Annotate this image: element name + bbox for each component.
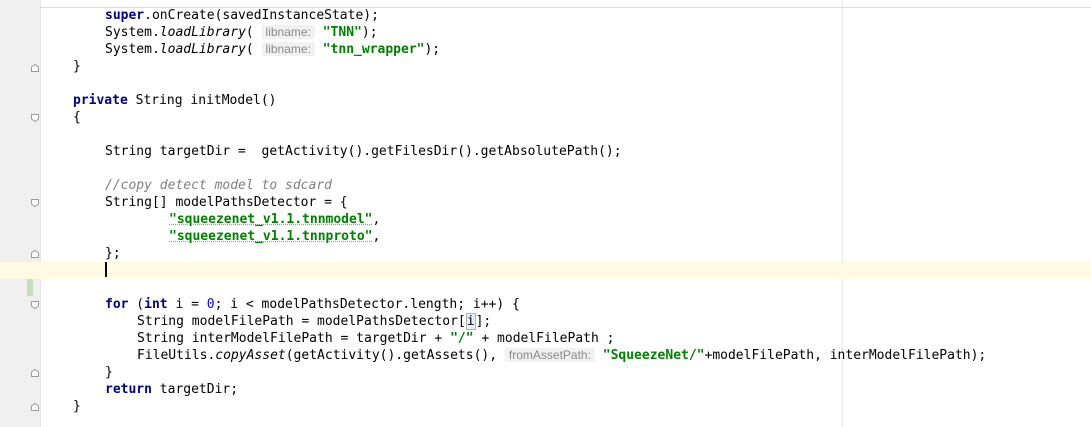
code-text: String initModel() (127, 93, 277, 108)
keyword-token: super (105, 8, 145, 23)
code-line[interactable]: return targetDir; (0, 381, 1091, 398)
code-text: String modelFilePath = modelPathsDetecto… (137, 314, 466, 329)
code-line[interactable]: FileUtils.copyAsset(getActivity().getAss… (0, 347, 1091, 364)
code-text: String targetDir = getActivity().getFile… (105, 144, 622, 159)
string-literal: "squeezenet_v1.1.tnnmodel" (169, 212, 373, 227)
code-line[interactable]: private String initModel() (0, 92, 1091, 109)
keyword-token: for (105, 297, 129, 312)
method-token: loadLibrary (159, 42, 246, 57)
code-line[interactable]: String interModelFilePath = targetDir + … (0, 330, 1091, 347)
code-line[interactable]: "squeezenet_v1.1.tnnproto", (0, 228, 1091, 245)
code-text: + modelFilePath ; (473, 331, 615, 346)
code-text: }; (105, 246, 121, 261)
variable-highlight: i (465, 313, 476, 330)
code-line[interactable]: super.onCreate(savedInstanceState); (0, 7, 1091, 24)
code-text: (getActivity().getAssets(), (285, 348, 505, 363)
method-token: copyAsset (215, 348, 286, 363)
code-line[interactable]: for (int i = 0; i < modelPathsDetector.l… (0, 296, 1091, 313)
string-literal: "/" (450, 331, 474, 346)
string-literal: "tnn_wrapper" (322, 42, 425, 57)
code-line[interactable]: //copy detect model to sdcard (0, 177, 1091, 194)
string-literal: "TNN" (322, 25, 362, 40)
code-line[interactable]: { (0, 109, 1091, 126)
code-text: FileUtils. (137, 348, 216, 363)
code-text: System. (105, 25, 160, 40)
comment-token: //copy detect model to sdcard (105, 178, 332, 193)
text-caret (105, 262, 107, 277)
code-line[interactable]: System.loadLibrary( libname: "tnn_wrappe… (0, 41, 1091, 58)
parameter-hint: libname: (261, 42, 315, 56)
code-text: +modelFilePath, interModelFilePath); (704, 348, 987, 363)
code-text: ); (424, 42, 441, 57)
code-text: System. (105, 42, 160, 57)
keyword-token: int (144, 297, 168, 312)
code-line[interactable]: "squeezenet_v1.1.tnnmodel", (0, 211, 1091, 228)
code-text: targetDir; (151, 382, 239, 397)
code-text: { (73, 110, 81, 125)
parameter-hint: fromAssetPath: (504, 348, 595, 362)
code-text: } (73, 59, 81, 74)
code-line[interactable]: } (0, 58, 1091, 75)
code-text: .onCreate(savedInstanceState); (144, 8, 379, 23)
string-literal: "squeezenet_v1.1.tnnproto" (169, 229, 373, 244)
code-text: String[] modelPathsDetector = { (105, 195, 348, 210)
code-editor[interactable]: super.onCreate(savedInstanceState); Syst… (0, 0, 1091, 427)
code-text: ]; (475, 314, 492, 329)
string-literal: "SqueezeNet/" (602, 348, 705, 363)
code-text: i = (167, 297, 207, 312)
code-line[interactable]: }; (0, 245, 1091, 262)
code-text: String interModelFilePath = targetDir + (137, 331, 451, 346)
code-line[interactable]: System.loadLibrary( libname: "TNN"); (0, 24, 1091, 41)
code-text: ( (128, 297, 145, 312)
code-text: } (105, 365, 113, 380)
added-line-marker[interactable] (27, 279, 33, 296)
method-token: loadLibrary (159, 25, 246, 40)
code-line[interactable]: } (0, 398, 1091, 415)
code-text: ); (361, 25, 378, 40)
code-line[interactable]: String[] modelPathsDetector = { (0, 194, 1091, 211)
keyword-token: private (73, 93, 128, 108)
code-text: , (372, 212, 381, 227)
code-text: ( (245, 42, 262, 57)
code-text: ( (245, 25, 262, 40)
code-line[interactable]: String modelFilePath = modelPathsDetecto… (0, 313, 1091, 330)
code-text: , (372, 229, 381, 244)
parameter-hint: libname: (261, 25, 315, 39)
number-literal: 0 (206, 297, 215, 312)
code-text: } (73, 399, 81, 414)
keyword-token: return (105, 382, 152, 397)
code-line[interactable]: String targetDir = getActivity().getFile… (0, 143, 1091, 160)
current-line[interactable] (0, 262, 1091, 279)
code-text: ; i < modelPathsDetector.length; i++) { (214, 297, 520, 312)
code-line[interactable]: } (0, 364, 1091, 381)
